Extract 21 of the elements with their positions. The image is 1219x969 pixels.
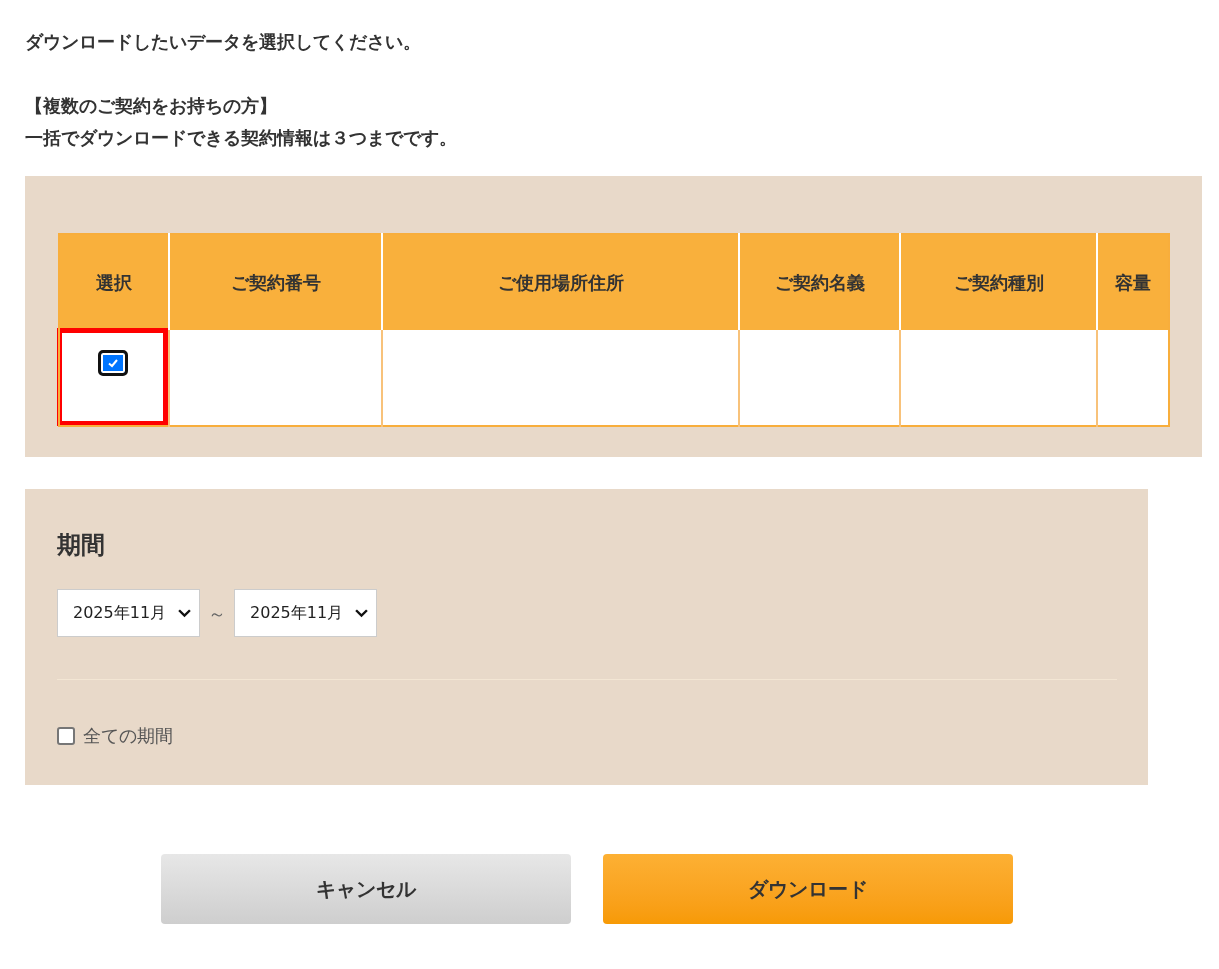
instruction-text: ダウンロードしたいデータを選択してください。 (25, 30, 422, 54)
notice-title: 【複数のご契約をお持ちの方】 (25, 94, 278, 118)
chevron-down-icon (178, 608, 192, 618)
column-header: ご契約種別 (900, 234, 1097, 330)
column-header: 容量 (1097, 234, 1169, 330)
checkbox[interactable] (97, 350, 128, 376)
period-title: 期間 (57, 530, 106, 561)
month-select[interactable]: 2025年11月 (57, 589, 201, 637)
chevron-down-icon (355, 608, 369, 618)
column-header: ご契約番号 (169, 234, 382, 330)
column-header: ご使用場所住所 (382, 234, 739, 330)
checkmark-icon (106, 357, 119, 369)
month-select[interactable]: 2025年11月 (234, 589, 378, 637)
download-button[interactable]: ダウンロード (603, 854, 1013, 924)
column-header: ご契約名義 (739, 234, 900, 330)
checkbox[interactable] (57, 726, 75, 745)
range-separator: ～ (208, 601, 227, 626)
checkbox-label: 全ての期間 (83, 724, 173, 748)
column-header: 選択 (59, 234, 169, 330)
notice-text: 一括でダウンロードできる契約情報は３つまでです。 (25, 126, 458, 150)
cancel-button[interactable]: キャンセル (161, 854, 571, 924)
